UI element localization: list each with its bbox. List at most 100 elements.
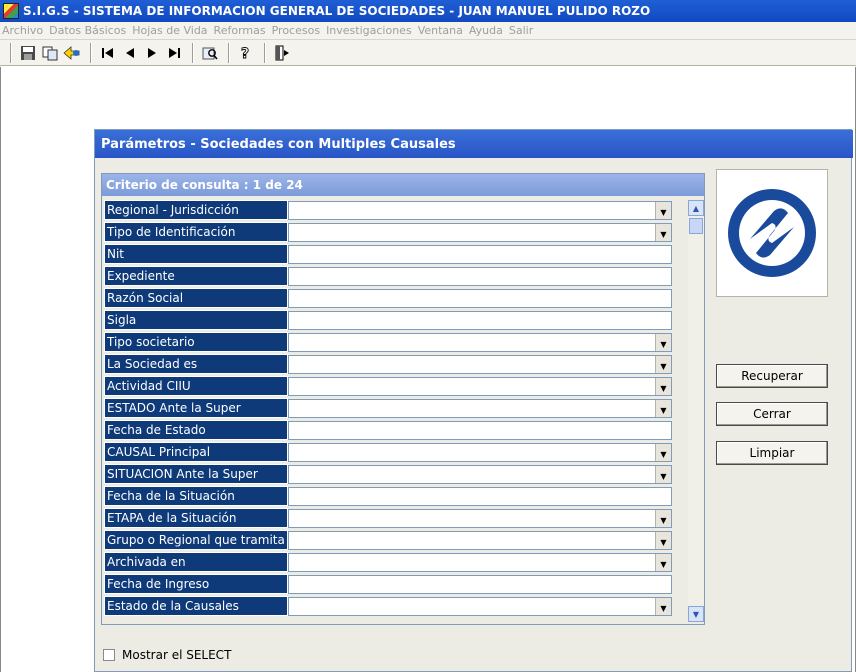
window-title: - SISTEMA DE INFORMACION GENERAL DE SOCI…	[73, 4, 651, 18]
next-record-icon[interactable]	[142, 43, 162, 63]
field-label: Regional - Jurisdicción	[104, 200, 288, 220]
field-row-estado-causales: Estado de la Causales	[104, 596, 672, 616]
tipo-societario-select[interactable]	[288, 332, 672, 352]
field-label: Nit	[104, 244, 288, 264]
menu-ventana[interactable]: Ventana	[418, 24, 463, 37]
estado-causales-select[interactable]	[288, 596, 672, 616]
sigla-input[interactable]	[288, 310, 672, 330]
toolbar-separator	[10, 42, 12, 63]
field-row-expediente: Expediente	[104, 266, 672, 286]
criteria-header: Criterio de consulta : 1 de 24	[102, 174, 704, 196]
last-record-icon[interactable]	[164, 43, 184, 63]
menu-bar: Archivo Datos Básicos Hojas de Vida Refo…	[0, 22, 856, 40]
app-icon	[3, 3, 19, 19]
field-label: Grupo o Regional que tramita	[104, 530, 288, 550]
fecha-ingreso-input[interactable]	[288, 574, 672, 594]
estado-ante-super-select[interactable]	[288, 398, 672, 418]
field-label: Actividad CIIU	[104, 376, 288, 396]
app-name: S.I.G.S	[23, 4, 70, 18]
logo-icon	[728, 189, 816, 277]
chevron-down-icon[interactable]	[655, 465, 671, 483]
field-label: Razón Social	[104, 288, 288, 308]
limpiar-button[interactable]: Limpiar	[716, 441, 828, 465]
menu-ayuda[interactable]: Ayuda	[469, 24, 503, 37]
chevron-down-icon[interactable]	[655, 201, 671, 219]
field-row-sigla: Sigla	[104, 310, 672, 330]
menu-procesos[interactable]: Procesos	[272, 24, 320, 37]
scroll-down-icon[interactable]: ▼	[688, 606, 704, 622]
field-row-situacion-ante-super: SITUACION Ante la Super	[104, 464, 672, 484]
chevron-down-icon[interactable]	[655, 223, 671, 241]
first-record-icon[interactable]	[98, 43, 118, 63]
criteria-scrollbar[interactable]: ▲ ▼	[688, 200, 704, 622]
chevron-down-icon[interactable]	[655, 443, 671, 461]
chevron-down-icon[interactable]	[655, 509, 671, 527]
toolbar-separator	[264, 42, 266, 63]
field-row-fecha-ingreso: Fecha de Ingreso	[104, 574, 672, 594]
field-row-actividad-ciiu: Actividad CIIU	[104, 376, 672, 396]
company-logo	[716, 169, 828, 297]
field-label: SITUACION Ante la Super	[104, 464, 288, 484]
field-row-tipo-societario: Tipo societario	[104, 332, 672, 352]
regional-jurisdiccion-select[interactable]	[288, 200, 672, 220]
field-row-fecha-estado: Fecha de Estado	[104, 420, 672, 440]
chevron-down-icon[interactable]	[655, 333, 671, 351]
scroll-thumb[interactable]	[689, 218, 703, 234]
menu-reformas[interactable]: Reformas	[214, 24, 266, 37]
menu-archivo[interactable]: Archivo	[2, 24, 43, 37]
field-label: Tipo societario	[104, 332, 288, 352]
field-label: La Sociedad es	[104, 354, 288, 374]
toolbar-separator	[192, 42, 194, 63]
help-icon[interactable]: ?	[236, 43, 256, 63]
menu-datos-basicos[interactable]: Datos Básicos	[49, 24, 126, 37]
query-icon[interactable]	[200, 43, 220, 63]
window-title-bar: S.I.G.S - SISTEMA DE INFORMACION GENERAL…	[0, 0, 856, 22]
causal-principal-select[interactable]	[288, 442, 672, 462]
previous-record-icon[interactable]	[120, 43, 140, 63]
field-row-fecha-situacion: Fecha de la Situación	[104, 486, 672, 506]
criteria-box: Criterio de consulta : 1 de 24 Regional …	[101, 173, 705, 625]
toolbar-separator	[228, 42, 230, 63]
cerrar-button[interactable]: Cerrar	[716, 402, 828, 426]
field-label: CAUSAL Principal	[104, 442, 288, 462]
show-select-checkbox[interactable]	[103, 649, 115, 661]
menu-salir[interactable]: Salir	[509, 24, 533, 37]
recuperar-button[interactable]: Recuperar	[716, 364, 828, 388]
field-row-nit: Nit	[104, 244, 672, 264]
field-row-etapa-situacion: ETAPA de la Situación	[104, 508, 672, 528]
menu-hojas-de-vida[interactable]: Hojas de Vida	[132, 24, 207, 37]
razon-social-input[interactable]	[288, 288, 672, 308]
parameters-panel: Parámetros - Sociedades con Multiples Ca…	[94, 129, 853, 672]
toolbar: ?	[0, 40, 856, 66]
chevron-down-icon[interactable]	[655, 553, 671, 571]
actividad-ciiu-select[interactable]	[288, 376, 672, 396]
chevron-down-icon[interactable]	[655, 597, 671, 615]
nit-input[interactable]	[288, 244, 672, 264]
situacion-ante-super-select[interactable]	[288, 464, 672, 484]
show-select-option[interactable]: Mostrar el SELECT	[103, 648, 231, 662]
exit-icon[interactable]	[272, 43, 292, 63]
grupo-regional-select[interactable]	[288, 530, 672, 550]
field-label: Fecha de Ingreso	[104, 574, 288, 594]
chevron-down-icon[interactable]	[655, 355, 671, 373]
archivada-en-select[interactable]	[288, 552, 672, 572]
fecha-situacion-input[interactable]	[288, 486, 672, 506]
fecha-estado-input[interactable]	[288, 420, 672, 440]
chevron-down-icon[interactable]	[655, 531, 671, 549]
copy-icon[interactable]	[40, 43, 60, 63]
save-icon[interactable]	[18, 43, 38, 63]
field-label: Expediente	[104, 266, 288, 286]
scroll-up-icon[interactable]: ▲	[688, 200, 704, 216]
field-row-regional-jurisdiccion: Regional - Jurisdicción	[104, 200, 672, 220]
la-sociedad-es-select[interactable]	[288, 354, 672, 374]
tipo-identificacion-select[interactable]	[288, 222, 672, 242]
chevron-down-icon[interactable]	[655, 399, 671, 417]
chevron-down-icon[interactable]	[655, 377, 671, 395]
show-select-label: Mostrar el SELECT	[122, 648, 232, 662]
field-label: Fecha de la Situación	[104, 486, 288, 506]
expediente-input[interactable]	[288, 266, 672, 286]
menu-investigaciones[interactable]: Investigaciones	[326, 24, 412, 37]
field-label: Fecha de Estado	[104, 420, 288, 440]
back-icon[interactable]	[62, 43, 82, 63]
etapa-situacion-select[interactable]	[288, 508, 672, 528]
